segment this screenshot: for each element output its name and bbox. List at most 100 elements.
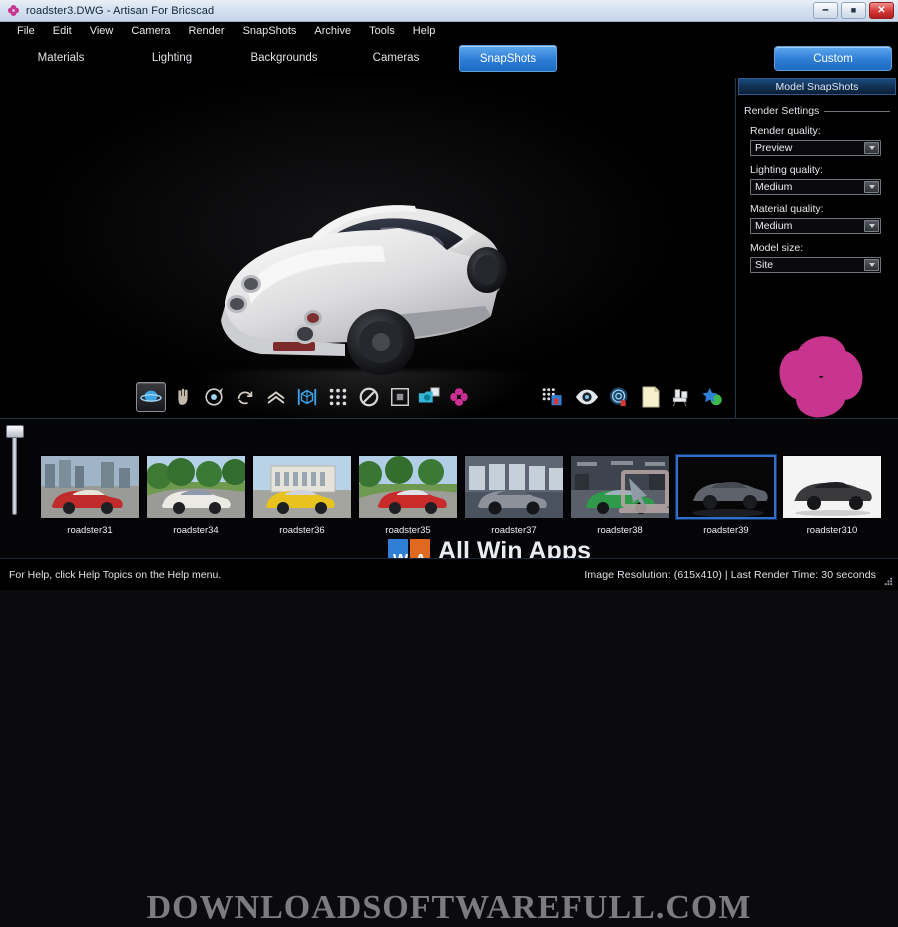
lighting-quality-label: Lighting quality: <box>750 164 890 176</box>
model-size-value: Site <box>751 259 773 271</box>
title-bar: roadster3.DWG - Artisan For Bricscad ━ ■… <box>0 0 898 22</box>
chevron-down-icon[interactable] <box>864 259 879 271</box>
close-button[interactable]: ✕ <box>869 2 894 19</box>
tab-snapshots[interactable]: SnapShots <box>459 45 557 72</box>
window-controls: ━ ■ ✕ <box>813 2 894 19</box>
material-quality-label: Material quality: <box>750 203 890 215</box>
menu-item-camera[interactable]: Camera <box>122 24 179 38</box>
minimize-icon: ━ <box>823 6 828 15</box>
render-settings-legend-label: Render Settings <box>744 105 819 117</box>
site-watermark: DOWNLOADSOFTWAREFULL.COM <box>0 889 898 927</box>
thumbnail-label: roadster34 <box>146 525 246 536</box>
thumbnail-image <box>146 455 246 519</box>
chevron-down-icon[interactable] <box>864 220 879 232</box>
menu-bar: File Edit View Camera Render SnapShots A… <box>0 22 898 40</box>
lighting-quality-value: Medium <box>751 181 792 193</box>
status-info-text: Image Resolution: (615x410) | Last Rende… <box>584 569 898 581</box>
thumbnail-label: roadster31 <box>40 525 140 536</box>
status-bar: For Help, click Help Topics on the Help … <box>0 558 898 590</box>
panel-title: Model SnapShots <box>738 78 896 95</box>
no-entry-icon[interactable] <box>354 382 384 412</box>
thumbnail-image <box>676 455 776 519</box>
tab-backgrounds[interactable]: Backgrounds <box>244 45 324 72</box>
status-help-text: For Help, click Help Topics on the Help … <box>0 569 221 581</box>
chevron-down-icon[interactable] <box>864 142 879 154</box>
thumbnail-item[interactable]: roadster31 <box>40 455 140 519</box>
render-settings-group: Render Settings Render quality: Preview … <box>744 105 890 273</box>
thumbnail-label: roadster310 <box>782 525 882 536</box>
menu-item-render[interactable]: Render <box>179 24 233 38</box>
render-quality-label: Render quality: <box>750 125 890 137</box>
viewport-toolbar <box>0 381 734 417</box>
thumbnail-label: roadster39 <box>676 525 776 536</box>
lighting-quality-select[interactable]: Medium <box>750 179 881 195</box>
thumbnail-image <box>358 455 458 519</box>
model-size-select[interactable]: Site <box>750 257 881 273</box>
thumbnail-item[interactable]: roadster34 <box>146 455 246 519</box>
document-icon[interactable] <box>636 382 666 412</box>
thumbnail-item[interactable]: roadster38 <box>570 455 670 519</box>
box-model-icon[interactable] <box>292 382 322 412</box>
snapshot-filmstrip: roadster31 roadster34 <box>0 418 898 558</box>
thumbnail-item[interactable]: roadster35 <box>358 455 458 519</box>
grid-dots-icon[interactable] <box>323 382 353 412</box>
render-quality-select[interactable]: Preview <box>750 140 881 156</box>
close-icon: ✕ <box>877 6 885 16</box>
window-title: roadster3.DWG - Artisan For Bricscad <box>26 5 214 17</box>
flower-icon[interactable] <box>444 382 474 412</box>
rotate-icon[interactable] <box>230 382 260 412</box>
material-quality-value: Medium <box>751 220 792 232</box>
thumbnail-item-selected[interactable]: roadster39 <box>676 455 776 519</box>
tab-materials[interactable]: Materials <box>22 45 100 72</box>
tab-lighting[interactable]: Lighting <box>133 45 211 72</box>
menu-item-view[interactable]: View <box>81 24 123 38</box>
camera-icon[interactable] <box>414 382 444 412</box>
menu-item-archive[interactable]: Archive <box>305 24 360 38</box>
main-body: Materials Lighting Backgrounds Cameras S… <box>0 40 898 418</box>
thumbnail-image <box>252 455 352 519</box>
menu-item-help[interactable]: Help <box>404 24 445 38</box>
application-window: roadster3.DWG - Artisan For Bricscad ━ ■… <box>0 0 898 590</box>
square-frame-icon[interactable] <box>385 382 415 412</box>
orbit-icon[interactable] <box>136 382 166 412</box>
grid-person-icon[interactable] <box>536 382 566 412</box>
thumbnail-item[interactable]: roadster310 <box>782 455 882 519</box>
zoom-icon[interactable] <box>199 382 229 412</box>
maximize-button[interactable]: ■ <box>841 2 866 19</box>
roadster-3d-model <box>185 166 545 381</box>
app-flower-icon <box>7 4 20 17</box>
thumbnail-label: roadster37 <box>464 525 564 536</box>
pan-hand-icon[interactable] <box>168 382 198 412</box>
star-circle-icon[interactable] <box>697 382 727 412</box>
chair-icon[interactable] <box>666 382 696 412</box>
menu-item-file[interactable]: File <box>8 24 44 38</box>
slider-track[interactable] <box>12 435 17 515</box>
eye-icon[interactable] <box>572 382 602 412</box>
menu-item-tools[interactable]: Tools <box>360 24 404 38</box>
chevron-down-icon[interactable] <box>864 181 879 193</box>
custom-button[interactable]: Custom <box>774 46 892 71</box>
resize-grip-icon[interactable] <box>882 575 893 586</box>
settings-panel: Model SnapShots Render Settings Render q… <box>735 78 898 418</box>
thumbnail-label: roadster38 <box>570 525 670 536</box>
thumbnail-image <box>782 455 882 519</box>
target-person-icon[interactable] <box>604 382 634 412</box>
render-settings-legend: Render Settings <box>744 105 890 117</box>
filmstrip-slider[interactable] <box>6 425 24 517</box>
chevron-up-icon[interactable] <box>261 382 291 412</box>
menu-item-edit[interactable]: Edit <box>44 24 81 38</box>
thumbnail-list: roadster31 roadster34 <box>30 425 892 555</box>
model-viewport[interactable] <box>0 78 734 418</box>
custom-button-wrap: Custom <box>774 46 892 71</box>
thumbnail-image <box>570 455 670 519</box>
tab-cameras[interactable]: Cameras <box>356 45 436 72</box>
thumbnail-item[interactable]: roadster37 <box>464 455 564 519</box>
menu-item-snapshots[interactable]: SnapShots <box>234 24 306 38</box>
slider-thumb[interactable] <box>6 425 24 438</box>
thumbnail-label: roadster36 <box>252 525 352 536</box>
thumbnail-item[interactable]: roadster36 <box>252 455 352 519</box>
thumbnail-image <box>40 455 140 519</box>
legend-rule <box>824 111 890 112</box>
material-quality-select[interactable]: Medium <box>750 218 881 234</box>
minimize-button[interactable]: ━ <box>813 2 838 19</box>
